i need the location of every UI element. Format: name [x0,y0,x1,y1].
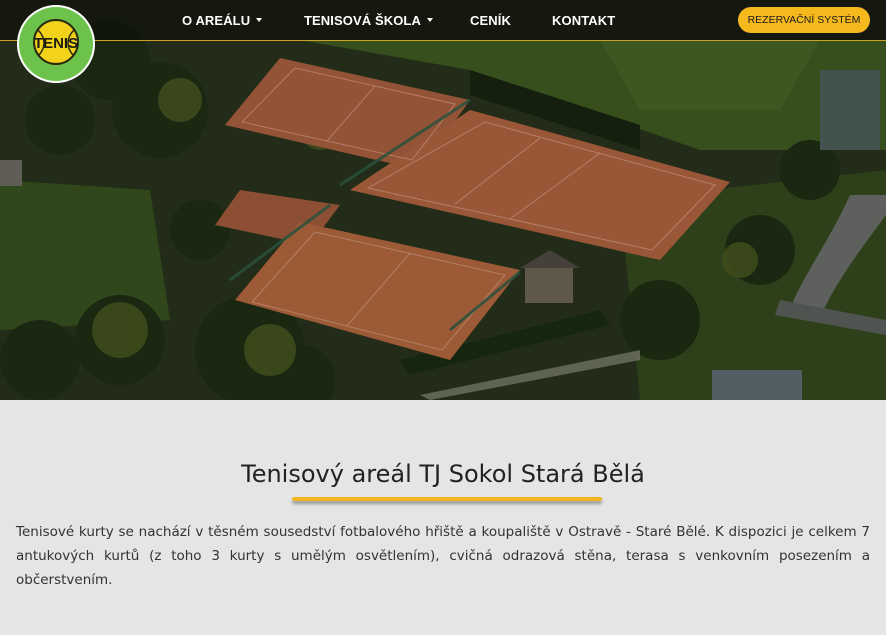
hero-image [0,0,886,400]
page-title: Tenisový areál TJ Sokol Stará Bělá [241,460,645,488]
nav-item-o-arealu[interactable]: O AREÁLU [182,13,263,28]
tenis-logo-icon: TENIS [17,5,95,83]
aerial-court-photo [0,0,886,400]
title-underline-divider [292,497,602,501]
caret-down-icon [426,17,433,22]
nav-item-label: KONTAKT [552,13,616,28]
nav-item-label: O AREÁLU [182,13,251,28]
nav-item-tenisova-skola[interactable]: TENISOVÁ ŠKOLA [304,13,433,28]
nav-item-label: TENISOVÁ ŠKOLA [304,13,421,28]
nav-item-cenik[interactable]: CENÍK [470,13,511,28]
nav-item-label: CENÍK [470,13,511,28]
nav-item-kontakt[interactable]: KONTAKT [552,13,615,28]
reservation-system-button[interactable]: REZERVAČNÍ SYSTÉM [738,7,870,33]
logo-main-text: TENIS [34,35,78,52]
caret-down-icon [256,17,263,22]
main-content: Tenisový areál TJ Sokol Stará Bělá Tenis… [0,400,886,635]
site-logo[interactable]: TENIS [16,4,96,84]
intro-paragraph: Tenisové kurty se nachází v těsném souse… [16,524,870,588]
